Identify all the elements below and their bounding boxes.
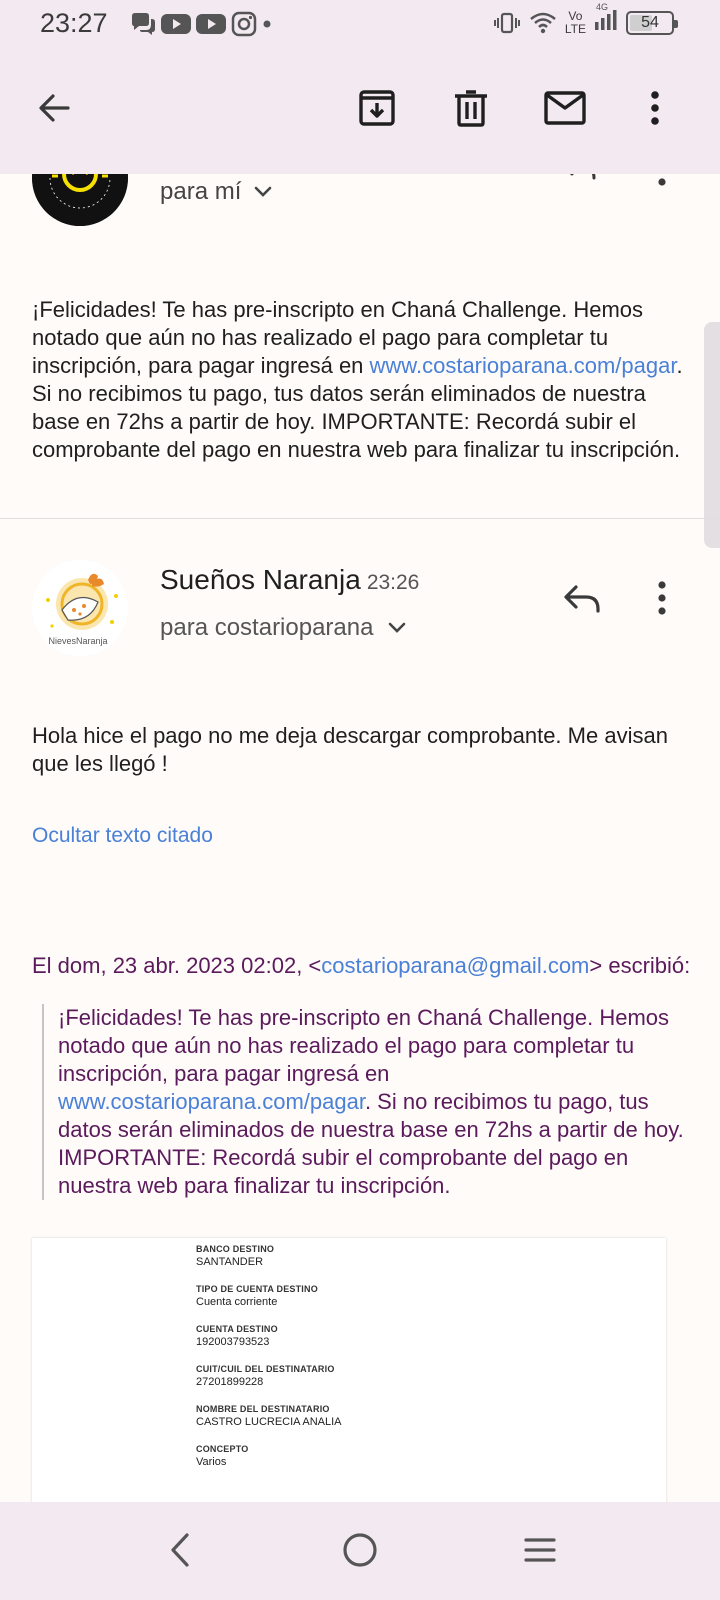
avatar[interactable]: NievesNaranja <box>32 560 128 656</box>
network-gen: 4G <box>596 2 609 12</box>
system-status: Vo LTE 4G 54 <box>493 2 678 37</box>
app-bar <box>0 50 720 174</box>
navigation-bar <box>0 1502 720 1600</box>
quote-header: El dom, 23 abr. 2023 02:02, <costariopar… <box>32 953 691 978</box>
chevron-down-icon <box>389 622 406 633</box>
nav-home-icon <box>343 1533 377 1567</box>
reply-button[interactable] <box>554 570 610 626</box>
message-more-button[interactable] <box>634 570 690 626</box>
wifi-icon <box>530 12 556 33</box>
message-body: ¡Felicidades! Te has pre-inscripto en Ch… <box>32 297 683 462</box>
back-button[interactable] <box>26 80 82 136</box>
delete-button[interactable] <box>443 80 499 136</box>
message-thread[interactable]: para mí ¡Felicidades! Te has pre-inscrip… <box>0 174 720 1502</box>
more-vert-icon <box>658 178 666 186</box>
reply-icon <box>569 174 596 180</box>
mark-unread-icon <box>544 91 586 125</box>
delete-icon <box>455 90 487 127</box>
vibrate-icon <box>493 12 520 33</box>
instagram-icon <box>231 11 257 37</box>
avatar-caption: NievesNaranja <box>48 636 107 646</box>
nav-home-button[interactable] <box>332 1522 388 1578</box>
more-vert-icon <box>651 91 659 125</box>
receipt-field: TIPO DE CUENTA DESTINO Cuenta corriente <box>196 1284 318 1308</box>
chevron-down-icon <box>255 186 272 197</box>
message-more-button[interactable] <box>657 174 667 193</box>
nav-menu-icon <box>524 1538 556 1562</box>
recipient-toggle[interactable]: para mí <box>160 178 273 206</box>
battery-level: 54 <box>641 13 659 31</box>
status-time: 23:27 <box>40 8 108 38</box>
more-vert-icon <box>658 581 666 615</box>
signal-indicator: 4G <box>594 2 618 37</box>
more-options-button[interactable] <box>627 80 683 136</box>
quote-email-link[interactable]: costarioparana@gmail.com <box>321 953 589 978</box>
battery-icon: 54 <box>626 10 678 35</box>
nav-back-icon <box>171 1533 189 1567</box>
hide-quoted-text-link[interactable]: Ocultar texto citado <box>32 824 213 848</box>
reply-button[interactable] <box>562 174 602 187</box>
youtube-icon <box>161 14 191 34</box>
dot-icon <box>263 20 271 28</box>
sender-header: Sueños Naranja 23:26 <box>160 564 419 596</box>
archive-icon <box>359 90 395 126</box>
costa-rio-parana-logo-icon <box>32 174 128 226</box>
quoted-text: ¡Felicidades! Te has pre-inscripto en Ch… <box>42 1004 692 1200</box>
back-arrow-icon <box>39 94 70 122</box>
receipt-image[interactable]: BANCO DESTINO SANTANDER TIPO DE CUENTA D… <box>32 1238 666 1502</box>
recipient-toggle[interactable]: para costarioparana <box>160 614 407 642</box>
recipient-label: para mí <box>160 178 242 205</box>
notification-icons <box>130 11 272 37</box>
recipient-label: para costarioparana <box>160 614 374 641</box>
chat-bubbles-icon <box>132 13 155 35</box>
scrollbar[interactable] <box>704 322 720 548</box>
receipt-field: CUENTA DESTINO 192003793523 <box>196 1324 278 1348</box>
nav-back-button[interactable] <box>152 1522 208 1578</box>
archive-button[interactable] <box>349 80 405 136</box>
divider <box>0 518 720 519</box>
payment-link[interactable]: www.costarioparana.com/pagar <box>370 353 677 378</box>
nav-menu-button[interactable] <box>512 1522 568 1578</box>
receipt-field: CONCEPTO Varios <box>196 1444 249 1468</box>
message-time: 23:26 <box>366 571 420 594</box>
quoted-payment-link[interactable]: www.costarioparana.com/pagar <box>58 1089 365 1114</box>
suenos-naranja-logo-icon: NievesNaranja <box>32 560 128 656</box>
sender-name: Sueños Naranja <box>160 564 361 595</box>
youtube-icon <box>196 14 226 34</box>
status-bar: 23:27 Vo LTE 4G 54 <box>0 0 720 50</box>
receipt-field: NOMBRE DEL DESTINATARIO CASTRO LUCRECIA … <box>196 1404 342 1428</box>
mark-unread-button[interactable] <box>537 80 593 136</box>
receipt-field: CUIT/CUIL DEL DESTINATARIO 27201899228 <box>196 1364 335 1388</box>
receipt-field: BANCO DESTINO SANTANDER <box>196 1244 275 1268</box>
avatar[interactable] <box>32 174 128 226</box>
reply-icon <box>564 585 600 613</box>
volte-indicator: Vo LTE <box>564 8 586 36</box>
message-body: Hola hice el pago no me deja descargar c… <box>32 723 668 776</box>
